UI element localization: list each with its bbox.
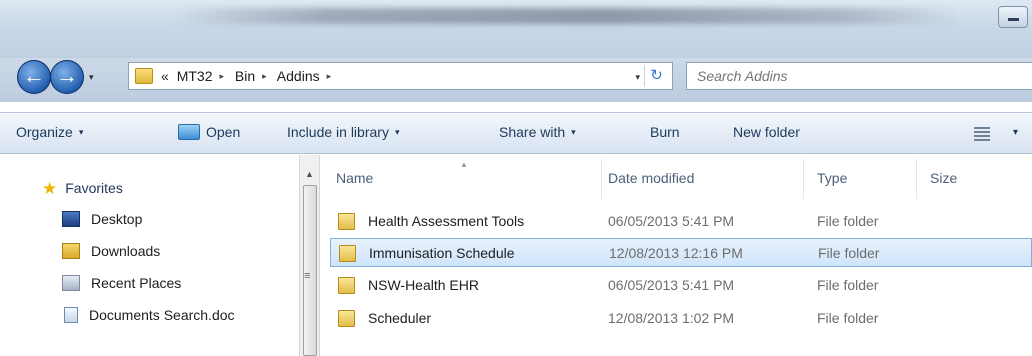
burn-label: Burn: [650, 124, 680, 140]
chevron-down-icon: ▾: [394, 127, 400, 137]
desktop-icon: [62, 211, 80, 227]
document-icon: [64, 307, 78, 323]
chevron-down-icon: ▾: [571, 127, 576, 137]
breadcrumb-item-addins[interactable]: Addins: [277, 68, 320, 84]
search-box[interactable]: [686, 62, 1032, 90]
file-type: File folder: [817, 213, 879, 229]
column-header-size[interactable]: Size: [917, 155, 1027, 203]
table-row[interactable]: Health Assessment Tools 06/05/2013 5:41 …: [330, 207, 1032, 236]
file-date-modified: 12/08/2013 1:02 PM: [608, 310, 735, 326]
nav-item-label: Desktop: [91, 211, 143, 227]
folder-icon: [339, 245, 356, 262]
include-in-library-label: Include in library: [287, 124, 389, 140]
recent-pages-dropdown-icon[interactable]: ▾: [89, 72, 94, 83]
table-row[interactable]: Immunisation Schedule 12/08/2013 12:16 P…: [330, 238, 1032, 267]
folder-icon: [338, 213, 355, 230]
nav-item-desktop[interactable]: Desktop: [62, 211, 142, 227]
window-title-area: [170, 8, 960, 24]
file-type: File folder: [817, 310, 879, 326]
command-toolbar: Organize ▾ Open Include in library ▾ Share…: [0, 112, 1032, 154]
breadcrumb-item-bin[interactable]: Bin: [235, 68, 255, 84]
nav-item-label: Documents Search.doc: [89, 307, 235, 323]
column-header-type[interactable]: Type: [804, 155, 914, 203]
scroll-up-icon[interactable]: ▲: [305, 169, 314, 179]
scrollbar-grip-icon: ≡: [304, 270, 311, 282]
nav-item-label: Downloads: [91, 243, 161, 259]
chevron-right-icon[interactable]: ▸: [327, 71, 332, 81]
file-list: ▲ Name Date modified Type Size Health As…: [321, 155, 1032, 356]
search-input[interactable]: [697, 68, 997, 84]
chevron-right-icon[interactable]: ▸: [262, 71, 267, 81]
file-type: File folder: [818, 245, 880, 261]
chevron-right-icon[interactable]: ▸: [219, 71, 224, 81]
file-name: Health Assessment Tools: [368, 213, 525, 229]
forward-arrow-icon[interactable]: →: [50, 60, 84, 94]
folder-icon: [338, 277, 355, 294]
navigation-scrollbar[interactable]: ▲ ≡: [299, 155, 320, 356]
nav-item-downloads[interactable]: Downloads: [62, 243, 160, 259]
breadcrumb-overflow[interactable]: «: [161, 68, 169, 84]
address-bar[interactable]: « MT32 ▸ Bin ▸ Addins ▸ ▾ ↻: [128, 62, 673, 90]
favorites-header[interactable]: ★ Favorites: [42, 179, 123, 198]
breadcrumb-item-mt32[interactable]: MT32: [177, 68, 213, 84]
table-row[interactable]: NSW-Health EHR 06/05/2013 5:41 PM File f…: [330, 271, 1032, 300]
chevron-down-icon[interactable]: ▾: [1013, 127, 1018, 138]
include-in-library-button[interactable]: Include in library ▾: [287, 124, 399, 140]
open-button[interactable]: Open: [178, 124, 240, 140]
column-header-label: Name: [336, 170, 374, 186]
folder-icon: [338, 310, 355, 327]
refresh-icon[interactable]: ↻: [644, 65, 668, 87]
nav-item-label: Recent Places: [91, 275, 182, 291]
downloads-folder-icon: [62, 243, 80, 259]
minimize-icon[interactable]: [998, 6, 1028, 28]
file-name: Scheduler: [368, 310, 432, 326]
folder-icon: [135, 68, 153, 84]
file-name: Immunisation Schedule: [369, 245, 515, 261]
share-with-label: Share with: [499, 124, 566, 140]
column-header-label: Date modified: [608, 170, 695, 186]
file-date-modified: 06/05/2013 5:41 PM: [608, 277, 735, 293]
column-header-label: Size: [930, 170, 958, 186]
new-folder-button[interactable]: New folder: [733, 124, 800, 140]
organize-label: Organize: [16, 124, 73, 140]
open-label: Open: [206, 124, 241, 140]
star-icon: ★: [42, 179, 58, 198]
column-header-date-modified[interactable]: Date modified: [602, 155, 802, 203]
sort-ascending-icon: ▲: [460, 160, 468, 169]
back-arrow-icon[interactable]: ←: [17, 60, 51, 94]
address-dropdown-icon[interactable]: ▾: [635, 72, 640, 83]
file-type: File folder: [817, 277, 879, 293]
nav-item-recent-places[interactable]: Recent Places: [62, 275, 181, 291]
file-name: NSW-Health EHR: [368, 277, 479, 293]
column-header-label: Type: [817, 170, 848, 186]
share-with-button[interactable]: Share with ▾: [499, 124, 576, 140]
window-titlebar: [0, 0, 1032, 58]
chevron-down-icon: ▾: [78, 127, 84, 137]
recent-places-icon: [62, 275, 80, 291]
navigation-pane: ★ Favorites Desktop Downloads Recent Plac…: [0, 155, 298, 356]
favorites-label: Favorites: [65, 180, 123, 196]
open-folder-icon: [178, 124, 200, 140]
breadcrumb: « MT32 ▸ Bin ▸ Addins ▸: [161, 68, 338, 84]
organize-button[interactable]: Organize ▾: [16, 124, 83, 140]
view-options-icon[interactable]: [974, 127, 990, 141]
column-header-name[interactable]: ▲ Name: [321, 155, 599, 203]
new-folder-label: New folder: [733, 124, 800, 140]
file-date-modified: 12/08/2013 12:16 PM: [609, 245, 743, 261]
burn-button[interactable]: Burn: [650, 124, 680, 140]
table-row[interactable]: Scheduler 12/08/2013 1:02 PM File folder: [330, 304, 1032, 333]
file-date-modified: 06/05/2013 5:41 PM: [608, 213, 735, 229]
nav-item-documents-search[interactable]: Documents Search.doc: [62, 307, 235, 323]
